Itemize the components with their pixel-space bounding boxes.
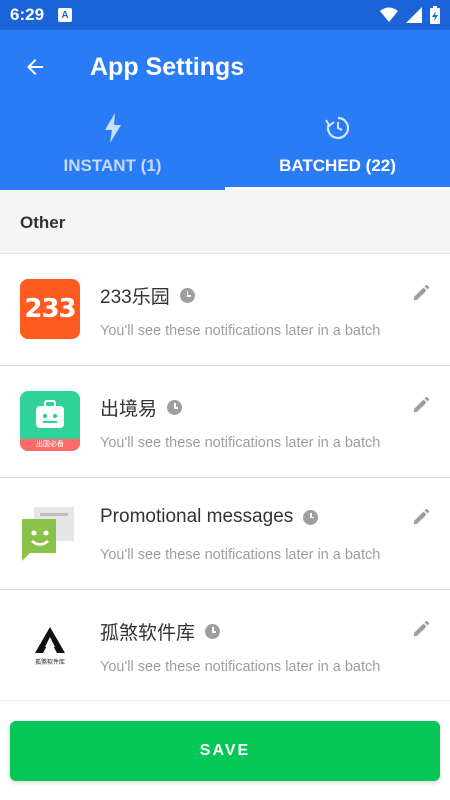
wifi-icon <box>380 7 398 22</box>
app-233-icon-text: 233 <box>24 294 76 324</box>
app-description: You'll see these notifications later in … <box>100 547 381 563</box>
luggage-app-banner: 出国必备 <box>20 439 80 451</box>
list-item[interactable]: Promotional messages You'll see these no… <box>0 478 450 590</box>
notification-a-icon: A <box>58 8 73 22</box>
app-description: You'll see these notifications later in … <box>100 435 381 451</box>
clock-refresh-icon <box>324 112 352 144</box>
bottom-bar: SAVE <box>0 700 450 800</box>
edit-pencil-icon[interactable] <box>412 618 432 638</box>
app-name: Promotional messages <box>100 506 294 527</box>
status-icons <box>380 6 440 24</box>
app-bar: App Settings INSTANT (1) BATCHED (22) <box>0 30 450 190</box>
tab-instant-label: INSTANT (1) <box>63 156 162 175</box>
tab-batched[interactable]: BATCHED (22) <box>225 106 450 190</box>
app-name: 孤煞软件库 <box>100 623 196 644</box>
gusha-logo-icon: 孤煞软件库 <box>20 615 80 675</box>
app-name: 出境易 <box>100 399 158 420</box>
edit-pencil-icon[interactable] <box>412 394 432 414</box>
battery-charging-icon <box>430 6 440 24</box>
clock-icon <box>303 509 319 525</box>
tab-bar: INSTANT (1) BATCHED (22) <box>0 106 450 190</box>
app-description: You'll see these notifications later in … <box>100 659 381 675</box>
gusha-logo-mark <box>35 626 65 653</box>
save-button[interactable]: SAVE <box>10 721 440 781</box>
clock-icon <box>167 400 183 415</box>
signal-icon <box>406 7 422 23</box>
lightning-icon <box>99 112 127 144</box>
status-time: 6:29 <box>10 5 45 24</box>
luggage-app-icon: 出国必备 <box>20 391 80 451</box>
back-button[interactable] <box>18 50 52 84</box>
app-description: You'll see these notifications later in … <box>100 323 381 339</box>
section-title: Other <box>20 213 66 232</box>
app-list: 233 233乐园 You'll see these notifications… <box>0 254 450 702</box>
list-item[interactable]: 233 233乐园 You'll see these notifications… <box>0 254 450 366</box>
edit-pencil-icon[interactable] <box>412 506 432 526</box>
app-name: 233乐园 <box>100 287 170 308</box>
clock-icon <box>205 624 221 639</box>
back-arrow-icon <box>27 59 43 75</box>
tab-batched-label: BATCHED (22) <box>279 156 396 175</box>
section-header: Other <box>0 190 450 254</box>
list-item[interactable]: 出国必备 出境易 You'll see these notifications … <box>0 366 450 478</box>
tab-instant[interactable]: INSTANT (1) <box>0 106 225 190</box>
page-title: App Settings <box>90 53 245 81</box>
list-item[interactable]: 孤煞软件库 孤煞软件库 You'll see these notificatio… <box>0 590 450 702</box>
status-bar: 6:29 A <box>0 0 450 30</box>
clock-icon <box>179 288 195 303</box>
chat-bubble-icon <box>20 503 80 563</box>
gusha-logo-text: 孤煞软件库 <box>34 659 65 666</box>
edit-pencil-icon[interactable] <box>412 282 432 302</box>
luggage-icon <box>36 400 64 428</box>
app-233-icon: 233 <box>20 279 80 339</box>
